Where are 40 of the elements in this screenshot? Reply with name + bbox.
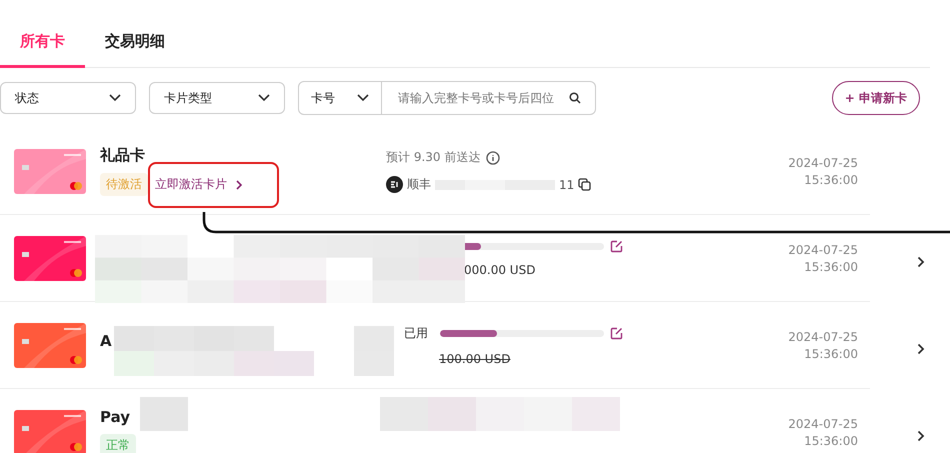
limit-amount: 100.00 USD <box>438 352 512 366</box>
tab[interactable]: 所有卡 <box>0 32 85 68</box>
copy-icon <box>578 178 592 191</box>
card-name: 礼品卡 <box>100 146 146 165</box>
chevron-down-icon <box>258 94 270 102</box>
courier-logo-icon <box>386 176 403 193</box>
date: 2024-07-25 <box>788 242 858 256</box>
limit-amount: 000.00 USD <box>463 262 536 276</box>
apply-new-card-button[interactable]: + 申请新卡 <box>832 81 920 115</box>
search-type-select[interactable]: 卡号 <box>298 81 382 115</box>
search-box[interactable]: 请输入完整卡号或卡号后四位 <box>382 81 596 115</box>
card-name: A <box>100 332 113 350</box>
card-type-select[interactable]: 卡片类型 <box>149 82 285 114</box>
activate-card-link[interactable]: 立即激活卡片 <box>152 176 246 193</box>
chevron-right-icon <box>236 180 243 190</box>
date: 2024-07-25 <box>788 330 858 344</box>
courier-name: 顺丰 <box>407 176 431 193</box>
tab[interactable]: 交易明细 <box>85 32 185 68</box>
card-name: Pay <box>100 408 132 426</box>
search-icon <box>569 92 581 104</box>
chevron-right-icon[interactable] <box>917 256 925 268</box>
edit-icon[interactable] <box>610 240 623 252</box>
date: 2024-07-25 <box>788 416 858 430</box>
chevron-down-icon <box>357 94 369 102</box>
edit-icon[interactable] <box>610 326 623 340</box>
time: 15:36:00 <box>804 434 858 448</box>
tracking-number: 11 <box>559 178 574 192</box>
time: 15:36:00 <box>804 346 858 360</box>
status-tag: 正常 <box>100 434 136 453</box>
status-tag: 待激活 <box>100 173 148 196</box>
delivery-estimate: 预计 9.30 前送达 <box>386 149 480 166</box>
info-icon <box>486 150 500 164</box>
chevron-right-icon[interactable] <box>917 343 925 355</box>
chevron-right-icon[interactable] <box>917 430 925 442</box>
date: 2024-07-25 <box>788 156 858 170</box>
usage-label: 已用 <box>404 324 429 342</box>
chevron-down-icon <box>109 94 121 102</box>
time: 15:36:00 <box>804 260 858 274</box>
time: 15:36:00 <box>804 172 858 186</box>
status-select[interactable]: 状态 <box>0 82 136 114</box>
